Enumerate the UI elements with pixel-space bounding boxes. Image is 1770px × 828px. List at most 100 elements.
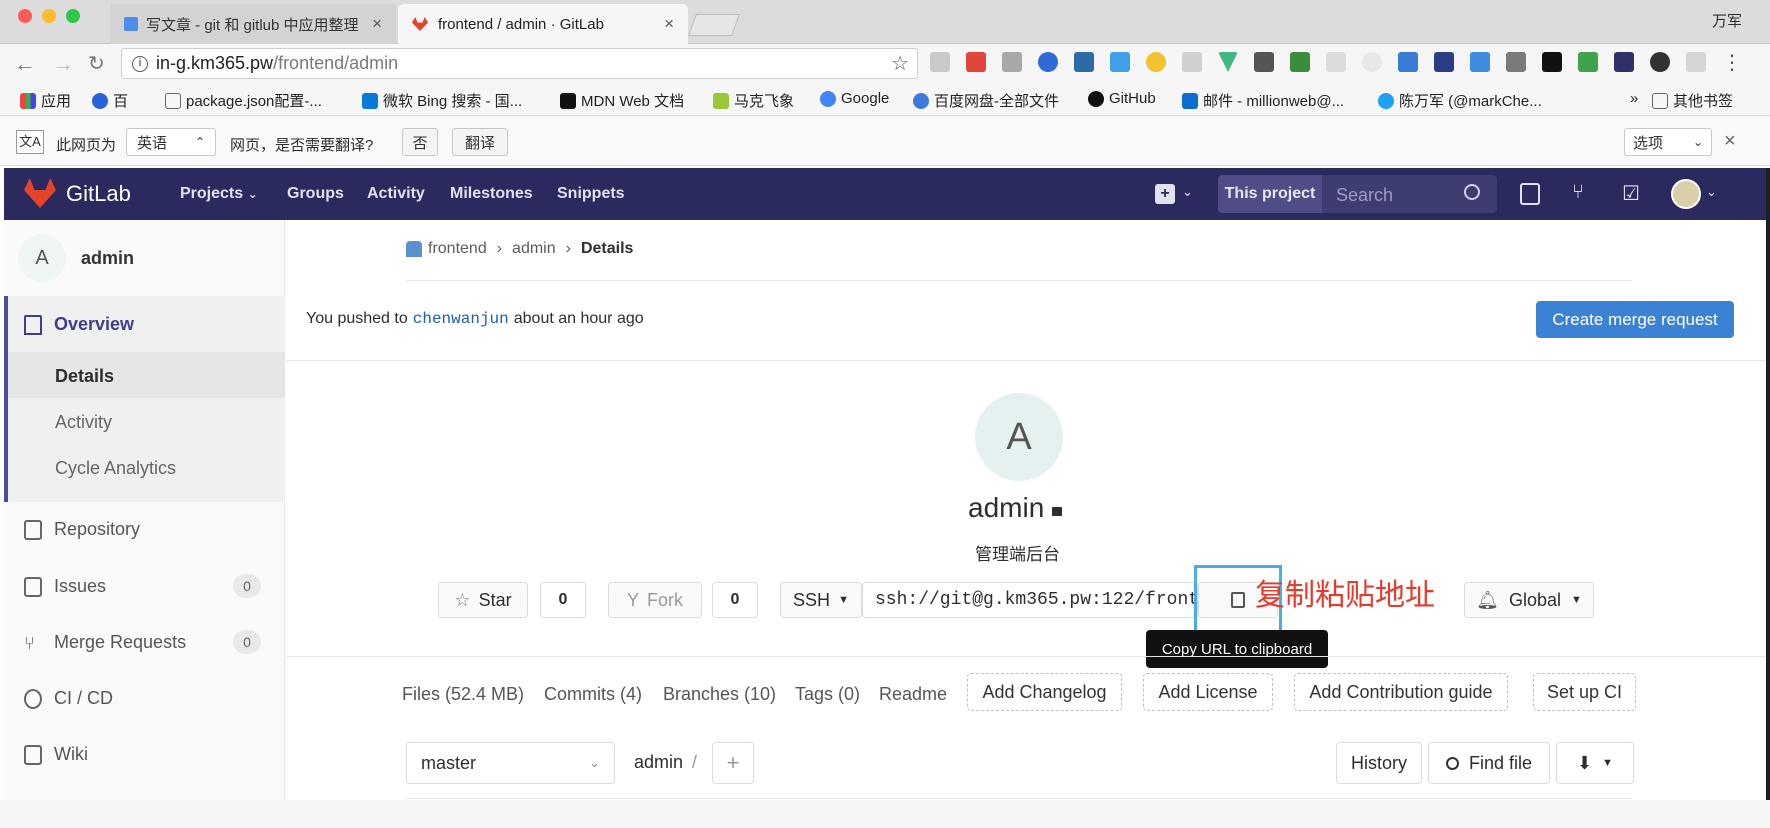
extension-icon[interactable] <box>930 52 950 72</box>
add-changelog-button[interactable]: Add Changelog <box>967 673 1122 711</box>
minimize-window-icon[interactable] <box>42 9 56 23</box>
bookmark-item[interactable]: GitHub <box>1088 90 1156 107</box>
merge-requests-icon[interactable]: ⑂ <box>1572 181 1584 204</box>
bookmark-item[interactable]: 邮件 - millionweb@... <box>1182 90 1344 111</box>
extension-icon[interactable] <box>1434 52 1454 72</box>
extension-icon[interactable] <box>1614 52 1634 72</box>
add-license-button[interactable]: Add License <box>1143 673 1273 711</box>
forward-icon[interactable]: → <box>52 51 74 77</box>
address-bar[interactable]: i in-g.km365.pw /frontend/admin ☆ <box>121 48 918 79</box>
extension-icon[interactable] <box>1470 52 1490 72</box>
extension-icon[interactable] <box>966 52 986 72</box>
sidebar-item-wiki[interactable]: Wiki <box>24 744 88 765</box>
bookmark-apps[interactable]: 应用 <box>20 90 71 111</box>
translate-no-button[interactable]: 否 <box>402 128 438 156</box>
new-tab-button[interactable] <box>687 14 741 36</box>
search-input[interactable]: Search <box>1336 185 1393 206</box>
chevron-down-icon[interactable]: ⌄ <box>1182 184 1193 200</box>
extension-icon[interactable] <box>1182 52 1202 72</box>
add-contribution-guide-button[interactable]: Add Contribution guide <box>1294 673 1508 711</box>
close-window-icon[interactable] <box>18 9 32 23</box>
bookmark-item[interactable]: Google <box>820 90 889 107</box>
bookmark-item[interactable]: MDN Web 文档 <box>560 90 684 111</box>
notification-dropdown[interactable]: 🔔︎ Global ▼ <box>1464 582 1594 618</box>
extension-icon[interactable] <box>1686 52 1706 72</box>
branch-select[interactable]: master ⌄ <box>406 742 615 784</box>
extension-icon[interactable] <box>1110 52 1130 72</box>
browser-tab-active[interactable]: frontend / admin · GitLab × <box>398 4 688 44</box>
gitlab-logo-text[interactable]: GitLab <box>66 181 131 207</box>
extension-icon[interactable] <box>1398 52 1418 72</box>
sidebar-item-ci-cd[interactable]: CI / CD <box>24 688 113 709</box>
extension-icon[interactable] <box>1146 52 1166 72</box>
browser-user[interactable]: 万军 <box>1712 10 1742 31</box>
extension-icon[interactable] <box>1254 52 1274 72</box>
sidebar-item-repository[interactable]: Repository <box>24 519 140 540</box>
sidebar-item-issues[interactable]: Issues <box>24 576 106 597</box>
fork-button[interactable]: Y Fork <box>608 582 702 618</box>
extension-icon[interactable] <box>1542 52 1562 72</box>
find-file-button[interactable]: Find file <box>1428 742 1550 784</box>
stat-tags[interactable]: Tags (0) <box>795 684 860 705</box>
add-file-button[interactable]: + <box>712 742 754 784</box>
bookmark-item[interactable]: 马克飞象 <box>713 90 794 111</box>
extension-icon[interactable] <box>1038 52 1058 72</box>
bookmark-star-icon[interactable]: ☆ <box>891 51 909 76</box>
close-tab-icon[interactable]: × <box>664 14 674 34</box>
bookmark-item[interactable]: 微软 Bing 搜索 - 国... <box>362 90 522 111</box>
repo-path[interactable]: admin <box>634 752 683 773</box>
bookmark-item[interactable]: 百 <box>92 90 128 111</box>
close-translate-icon[interactable]: × <box>1724 130 1736 153</box>
sidebar-toggle-icon[interactable] <box>1520 183 1540 205</box>
stat-commits[interactable]: Commits (4) <box>544 684 642 705</box>
maximize-window-icon[interactable] <box>66 9 80 23</box>
search-icon[interactable] <box>1464 184 1480 200</box>
bookmark-overflow-icon[interactable]: » <box>1630 90 1638 107</box>
stat-readme[interactable]: Readme <box>879 684 947 705</box>
sidebar-item-cycle-analytics[interactable]: Cycle Analytics <box>55 458 176 479</box>
stat-branches[interactable]: Branches (10) <box>663 684 776 705</box>
sidebar-item-details[interactable]: Details <box>55 366 114 387</box>
sidebar-item-merge-requests[interactable]: ⑂ Merge Requests <box>24 632 186 653</box>
extension-icon[interactable] <box>1578 52 1598 72</box>
nav-snippets[interactable]: Snippets <box>557 185 625 203</box>
sidebar-item-activity[interactable]: Activity <box>55 412 112 433</box>
bookmark-item[interactable]: 百度网盘-全部文件 <box>913 90 1059 111</box>
browser-tab[interactable]: 写文章 - git 和 gitlub 中应用整理 × <box>110 4 396 44</box>
star-count[interactable]: 0 <box>540 582 586 618</box>
set-up-ci-button[interactable]: Set up CI <box>1533 673 1636 711</box>
breadcrumb-group[interactable]: frontend <box>428 240 487 258</box>
extension-icon[interactable] <box>1362 52 1382 72</box>
fork-count[interactable]: 0 <box>712 582 758 618</box>
history-button[interactable]: History <box>1336 742 1422 784</box>
sidebar-item-overview[interactable]: Overview <box>24 314 134 335</box>
extension-icon[interactable] <box>1326 52 1346 72</box>
nav-milestones[interactable]: Milestones <box>450 185 533 203</box>
nav-activity[interactable]: Activity <box>367 185 425 203</box>
translate-yes-button[interactable]: 翻译 <box>452 128 508 156</box>
clone-url-input[interactable]: ssh://git@g.km365.pw:122/frontend/admin.… <box>862 582 1198 618</box>
extension-icon[interactable] <box>1650 52 1670 72</box>
new-plus-icon[interactable]: + <box>1155 184 1175 204</box>
nav-projects[interactable]: Projects ⌄ <box>180 185 258 203</box>
translate-options-select[interactable]: 选项 ⌄ <box>1624 128 1712 156</box>
extension-icon[interactable] <box>1002 52 1022 72</box>
extension-icon[interactable] <box>1506 52 1526 72</box>
chevron-down-icon[interactable]: ⌄ <box>1706 184 1717 200</box>
bookmark-folder-other[interactable]: 其他书签 <box>1652 90 1733 111</box>
pushed-branch-link[interactable]: chenwanjun <box>413 310 509 328</box>
create-merge-request-button[interactable]: Create merge request <box>1536 301 1734 338</box>
user-avatar[interactable] <box>1671 179 1701 209</box>
star-button[interactable]: ☆ Star <box>438 582 528 618</box>
translate-language-select[interactable]: 英语 ⌃ <box>126 128 216 156</box>
search-scope[interactable]: This project <box>1218 175 1322 213</box>
download-button[interactable]: ⬇ ▼ <box>1556 742 1634 784</box>
bookmark-folder[interactable]: package.json配置-... <box>165 90 322 111</box>
clone-protocol-dropdown[interactable]: SSH ▼ <box>780 582 862 618</box>
nav-groups[interactable]: Groups <box>287 185 344 203</box>
browser-menu-icon[interactable]: ⋮ <box>1722 50 1742 75</box>
sidebar-project-name[interactable]: admin <box>81 248 134 269</box>
project-avatar[interactable]: A <box>18 234 66 282</box>
breadcrumb-project[interactable]: admin <box>512 240 556 258</box>
stat-files[interactable]: Files (52.4 MB) <box>402 684 524 705</box>
